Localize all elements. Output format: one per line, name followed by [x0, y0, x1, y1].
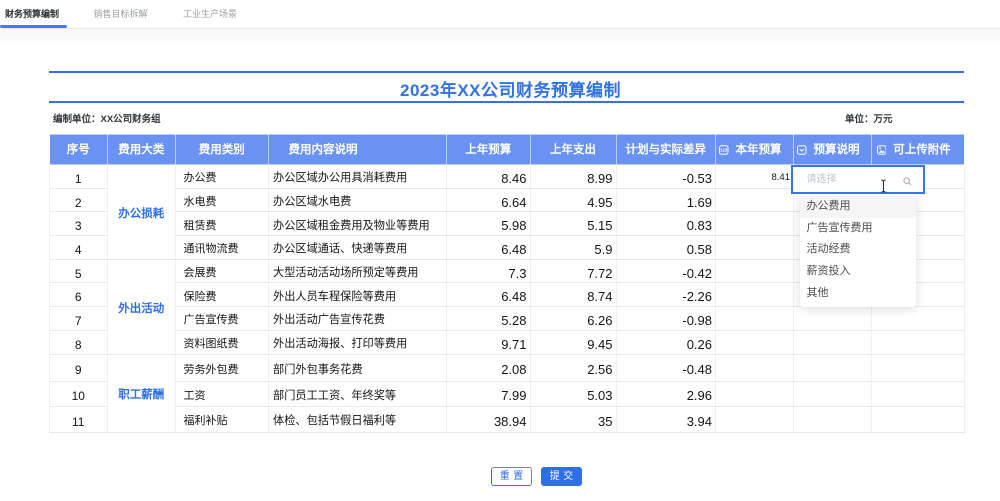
svg-text:123: 123 — [720, 147, 728, 152]
